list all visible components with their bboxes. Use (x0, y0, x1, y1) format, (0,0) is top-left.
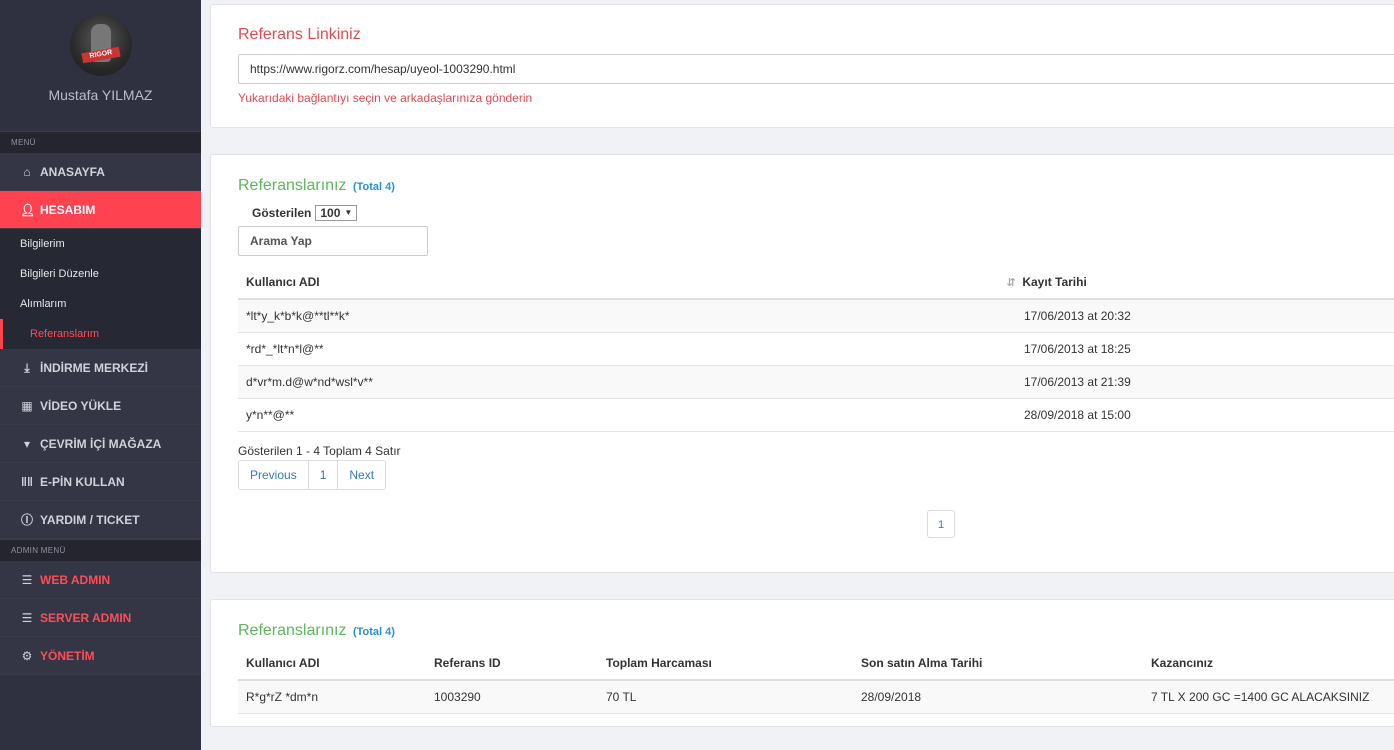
sort-icon[interactable]: ⇵ (1003, 276, 1019, 289)
info-icon: ⓘ (20, 512, 33, 527)
sub-item-purchases[interactable]: Alımlarım (0, 289, 201, 319)
summary-panel: Referanslarınız (Total 4) Kullanıcı ADI … (210, 599, 1394, 727)
summary-total: (Total 4) (352, 626, 395, 638)
account-submenu: Bilgilerim Bilgileri Düzenle Alımlarım R… (0, 229, 201, 349)
referrals-table: Kullanıcı ADI ⇵ Kayıt Tarihi *lt*y_k*b*k… (238, 265, 1394, 432)
nav-management-label: YÖNETİM (40, 648, 95, 663)
cell-register-date: 17/06/2013 at 20:32 (995, 299, 1394, 333)
column-total-spend: Toplam Harcaması (598, 646, 853, 681)
nav-management[interactable]: ⚙ YÖNETİM (0, 637, 201, 675)
referral-link-input[interactable]: https://www.rigorz.com/hesap/uyeol-10032… (238, 54, 1394, 84)
next-button[interactable]: Next (338, 461, 386, 489)
nav-home-label: ANASAYFA (40, 164, 105, 179)
referrals-panel: Referanslarınız (Total 4) Gösterilen 100… (210, 154, 1394, 573)
page-size-value: 100 (320, 206, 341, 220)
download-icon: ⤓ (24, 360, 30, 375)
nav-web-admin-label: WEB ADMIN (40, 572, 111, 587)
nav-download-label: İNDİRME MERKEZİ (40, 360, 148, 375)
page-size-row: Gösterilen 100 ▼ (252, 205, 358, 221)
sub-item-info[interactable]: Bilgilerim (0, 229, 201, 259)
page-1-button[interactable]: 1 (308, 461, 339, 489)
nav-server-admin-label: SERVER ADMIN (40, 610, 132, 625)
column-username[interactable]: Kullanıcı ADI (238, 265, 995, 300)
summary-title-text: Referanslarınız (238, 622, 347, 639)
previous-button[interactable]: Previous (239, 461, 309, 489)
admin-menu-header: ADMIN MENÜ (0, 539, 201, 561)
referral-link-title: Referans Linkiniz (238, 26, 361, 43)
table-header-row: Kullanıcı ADI ⇵ Kayıt Tarihi (238, 265, 1394, 300)
cart-icon: ▾ (23, 436, 31, 451)
page-size-select[interactable]: 100 ▼ (315, 205, 358, 221)
referral-link-panel: Referans Linkiniz https://www.rigorz.com… (210, 4, 1394, 128)
cell-total-spend: 70 TL (598, 680, 853, 714)
column-username: Kullanıcı ADI (238, 646, 426, 681)
user-name: Mustafa YILMAZ (48, 87, 153, 103)
referrals-title: Referanslarınız (Total 4) (238, 177, 395, 195)
table-row: R*g*rZ *dm*n 1003290 70 TL 28/09/2018 7 … (238, 680, 1394, 714)
sidebar: RIGOR Mustafa YILMAZ MENÜ ⌂ ANASAYFA 👤︎ … (0, 0, 201, 750)
cell-earnings: 7 TL X 200 GC =1400 GC ALACAKSINIZ (1143, 680, 1394, 714)
nav-online-store[interactable]: ▾ ÇEVRİM İÇİ MAĞAZA (0, 425, 201, 463)
nav-help-label: YARDIM / TICKET (40, 512, 140, 527)
cell-register-date: 17/06/2013 at 18:25 (995, 332, 1394, 366)
column-earnings: Kazancınız (1143, 646, 1394, 681)
table-info: Gösterilen 1 - 4 Toplam 4 Satır (238, 444, 401, 458)
summary-title: Referanslarınız (Total 4) (238, 622, 395, 640)
barcode-icon: ‖‖ (21, 474, 33, 489)
nav-home[interactable]: ⌂ ANASAYFA (0, 153, 201, 191)
list-icon: ☰ (21, 610, 33, 625)
nav-help-ticket[interactable]: ⓘ YARDIM / TICKET (0, 501, 201, 539)
nav-video-label: VİDEO YÜKLE (40, 398, 122, 413)
chevron-down-icon: ▼ (344, 208, 353, 217)
avatar[interactable]: RIGOR (69, 14, 132, 76)
cell-referral-id: 1003290 (426, 680, 598, 714)
cell-last-purchase-date: 28/09/2018 (853, 680, 1143, 714)
sub-item-referrals[interactable]: Referanslarım (0, 319, 201, 349)
menu-header: MENÜ (0, 131, 201, 153)
bottom-page-button[interactable]: 1 (927, 510, 955, 538)
nav-download-center[interactable]: ⤓ İNDİRME MERKEZİ (0, 349, 201, 387)
cell-username: *rd*_*lt*n*l@** (238, 332, 995, 366)
column-register-date[interactable]: ⇵ Kayıt Tarihi (995, 265, 1394, 300)
profile-block: RIGOR Mustafa YILMAZ (0, 0, 201, 131)
summary-table: Kullanıcı ADI Referans ID Toplam Harcama… (238, 646, 1394, 714)
cell-register-date: 17/06/2013 at 21:39 (995, 365, 1394, 399)
table-row: d*vr*m.d@w*nd*wsl*v** 17/06/2013 at 21:3… (238, 365, 1394, 399)
cell-username: R*g*rZ *dm*n (238, 680, 426, 714)
gear-icon: ⚙ (21, 648, 33, 663)
table-row: y*n**@** 28/09/2018 at 15:00 (238, 398, 1394, 432)
cell-register-date: 28/09/2018 at 15:00 (995, 398, 1394, 432)
page-size-label: Gösterilen (252, 206, 312, 220)
cell-username: *lt*y_k*b*k@**tl**k* (238, 299, 995, 333)
sub-item-edit-info[interactable]: Bilgileri Düzenle (0, 259, 201, 289)
nav-account[interactable]: 👤︎ HESABIM (0, 191, 201, 229)
user-icon: 👤︎ (20, 202, 36, 217)
nav-epin[interactable]: ‖‖ E-PİN KULLAN (0, 463, 201, 501)
list-icon: ☰ (21, 572, 33, 587)
nav-web-admin[interactable]: ☰ WEB ADMIN (0, 561, 201, 599)
referral-link-hint: Yukarıdaki bağlantıyı seçin ve arkadaşla… (238, 91, 533, 105)
pagination: Previous 1 Next (238, 460, 387, 490)
cell-username: y*n**@** (238, 398, 995, 432)
table-header-row: Kullanıcı ADI Referans ID Toplam Harcama… (238, 646, 1394, 681)
nav-video-upload[interactable]: ▦ VİDEO YÜKLE (0, 387, 201, 425)
referrals-title-text: Referanslarınız (238, 177, 347, 194)
home-icon: ⌂ (23, 164, 31, 179)
nav-epin-label: E-PİN KULLAN (40, 474, 125, 489)
nav-server-admin[interactable]: ☰ SERVER ADMIN (0, 599, 201, 637)
table-row: *lt*y_k*b*k@**tl**k* 17/06/2013 at 20:32 (238, 299, 1394, 333)
search-input[interactable]: Arama Yap (238, 226, 428, 256)
nav-store-label: ÇEVRİM İÇİ MAĞAZA (40, 436, 162, 451)
referrals-total: (Total 4) (352, 181, 395, 193)
column-username-label: Kullanıcı ADI (246, 274, 320, 289)
column-referral-id: Referans ID (426, 646, 598, 681)
column-last-purchase-date: Son satın Alma Tarihi (853, 646, 1143, 681)
column-register-date-label: Kayıt Tarihi (1022, 274, 1087, 289)
nav-account-label: HESABIM (40, 202, 96, 217)
video-icon: ▦ (21, 398, 33, 413)
table-row: *rd*_*lt*n*l@** 17/06/2013 at 18:25 (238, 332, 1394, 366)
cell-username: d*vr*m.d@w*nd*wsl*v** (238, 365, 995, 399)
